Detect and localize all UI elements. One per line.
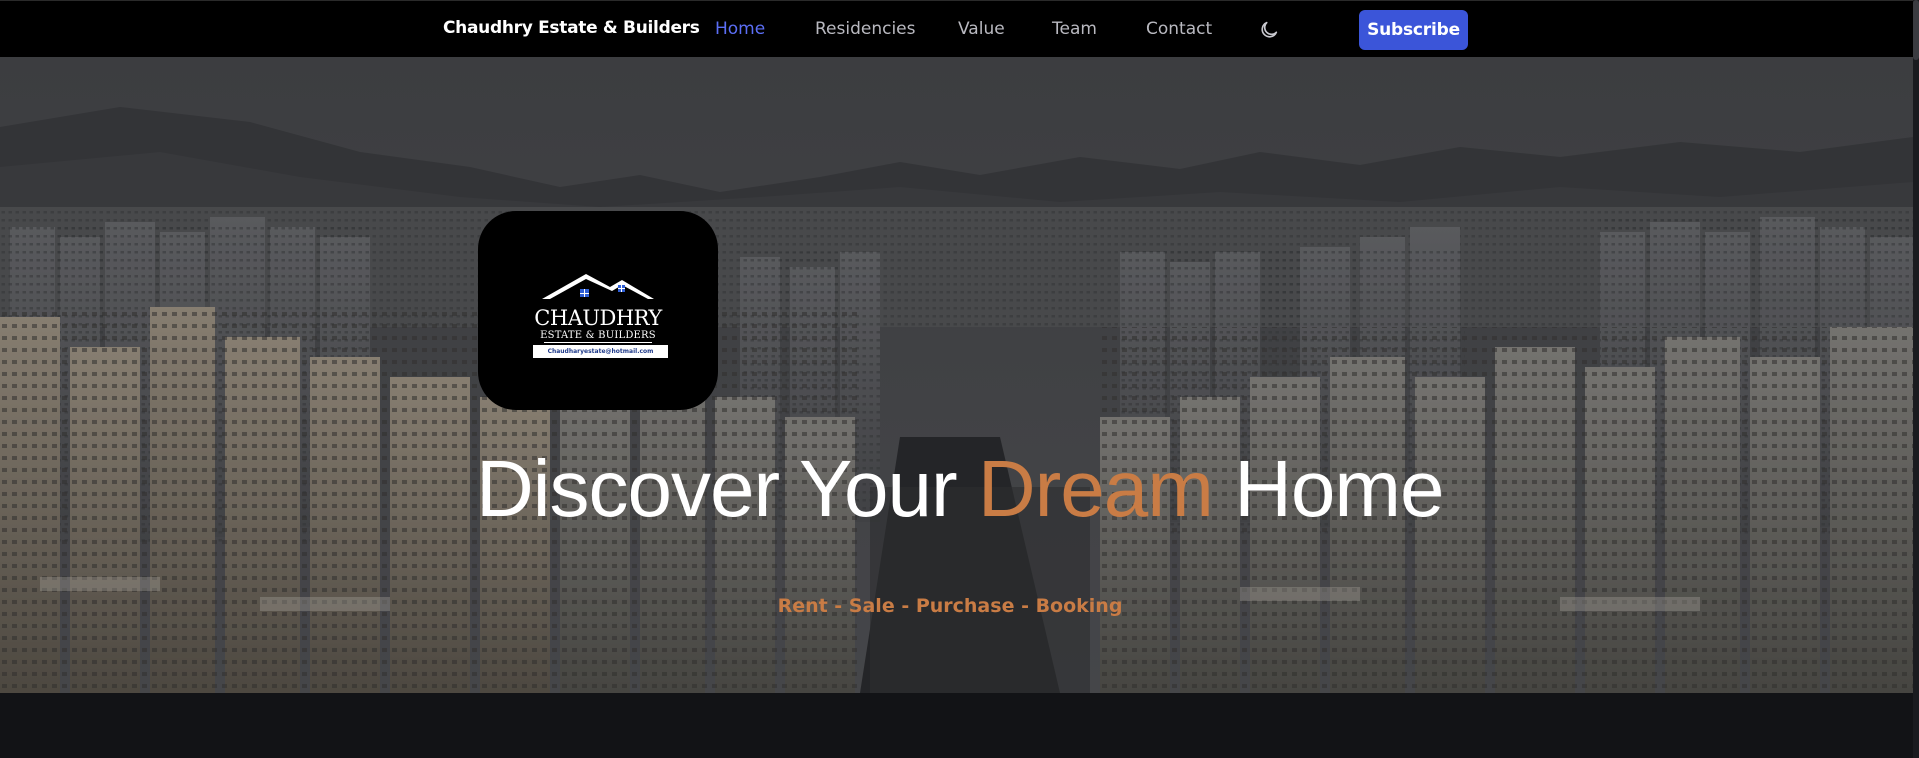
hero-section: CHAUDHRY ESTATE & BUILDERS Chaudharyesta… (0, 57, 1913, 693)
page-scrollbar[interactable] (1913, 0, 1919, 758)
hero-title-part2: Home (1212, 444, 1444, 533)
logo-tagline: ESTATE & BUILDERS (540, 330, 656, 341)
company-logo: CHAUDHRY ESTATE & BUILDERS Chaudharyesta… (478, 211, 718, 410)
scrollbar-thumb[interactable] (1913, 0, 1919, 60)
page: Chaudhry Estate & Builders Home Residenc… (0, 0, 1919, 758)
logo-company-name: CHAUDHRY (534, 306, 662, 330)
nav-link-team[interactable]: Team (1052, 19, 1097, 39)
house-roof-icon (542, 274, 654, 299)
subscribe-button[interactable]: Subscribe (1359, 10, 1468, 50)
hero-subtitle: Rent - Sale - Purchase - Booking (777, 595, 1123, 617)
logo-divider (544, 342, 652, 343)
nav-link-value[interactable]: Value (958, 19, 1005, 39)
hero-title: Discover Your Dream Home (476, 449, 1444, 529)
navbar: Chaudhry Estate & Builders Home Residenc… (0, 0, 1913, 57)
brand-name[interactable]: Chaudhry Estate & Builders (443, 18, 700, 38)
nav-link-home[interactable]: Home (715, 19, 765, 39)
hero-title-accent: Dream (977, 444, 1214, 533)
logo-email: Chaudharyestate@hotmail.com (533, 345, 668, 358)
nav-link-contact[interactable]: Contact (1146, 19, 1212, 39)
next-section (0, 693, 1913, 758)
hero-title-part1: Discover Your (476, 444, 978, 533)
nav-link-residencies[interactable]: Residencies (815, 19, 916, 39)
moon-icon[interactable] (1258, 19, 1280, 41)
